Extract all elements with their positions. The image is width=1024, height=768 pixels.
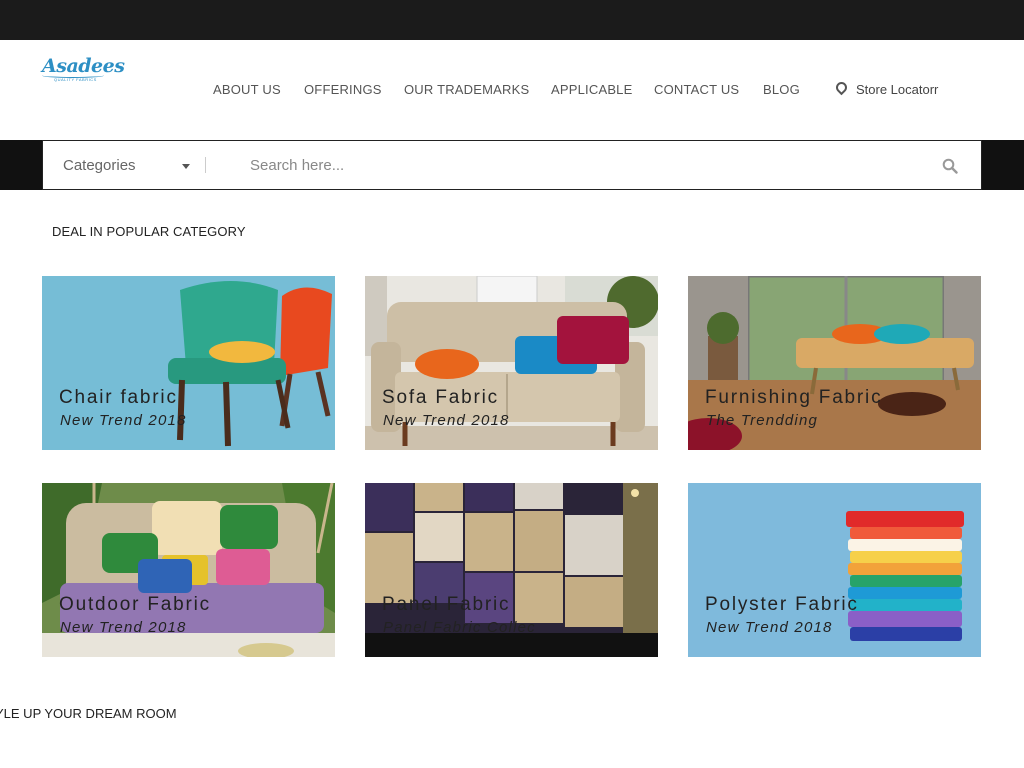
nav-offerings[interactable]: OFFERINGS <box>304 82 382 97</box>
nav-blog[interactable]: BLOG <box>763 82 800 97</box>
nav-our-trademarks[interactable]: OUR TRADEMARKS <box>404 82 529 97</box>
category-card-furnishing[interactable]: Furnishing Fabric The Trendding <box>688 276 981 450</box>
store-locator-link[interactable]: Store Locatorr <box>833 79 939 97</box>
search-box: Categories <box>42 140 982 190</box>
top-bar <box>0 0 1024 40</box>
search-icon[interactable] <box>942 158 958 174</box>
category-card-outdoor[interactable]: Outdoor Fabric New Trend 2018 <box>42 483 335 657</box>
category-card-sofa[interactable]: Sofa Fabric New Trend 2018 <box>365 276 658 450</box>
nav-about-us[interactable]: ABOUT US <box>213 82 281 97</box>
nav-applicable[interactable]: APPLICABLE <box>551 82 633 97</box>
card-title: Outdoor Fabric <box>59 594 211 615</box>
card-title: Polyster Fabric <box>705 594 859 615</box>
caret-down-icon <box>182 164 190 169</box>
search-input[interactable] <box>248 149 912 181</box>
search-divider <box>205 157 206 173</box>
logo-tagline: QUALITY FABRICS <box>54 77 97 82</box>
card-title: Panel Fabric <box>382 594 511 615</box>
card-subtitle: New Trend 2018 <box>383 412 510 429</box>
category-card-chair[interactable]: Chair fabric New Trend 2018 <box>42 276 335 450</box>
brand-logo[interactable]: Asadees QUALITY FABRICS <box>42 56 125 86</box>
card-title: Furnishing Fabric <box>705 387 883 408</box>
map-pin-icon <box>833 79 850 96</box>
category-card-polyster[interactable]: Polyster Fabric New Trend 2018 <box>688 483 981 657</box>
store-locator-label: Store Locatorr <box>856 82 939 97</box>
site-header: Asadees QUALITY FABRICS ABOUT US OFFERIN… <box>0 40 1024 140</box>
section-heading: DEAL IN POPULAR CATEGORY <box>52 224 246 239</box>
card-subtitle: New Trend 2018 <box>60 412 187 429</box>
card-subtitle: The Trendding <box>706 412 819 429</box>
card-subtitle: Panel Fabric Collec <box>383 619 536 636</box>
nav-contact-us[interactable]: CONTACT US <box>654 82 739 97</box>
card-subtitle: New Trend 2018 <box>706 619 833 636</box>
category-card-panel[interactable]: Panel Fabric Panel Fabric Collec <box>365 483 658 657</box>
card-title: Sofa Fabric <box>382 387 499 408</box>
card-subtitle: New Trend 2018 <box>60 619 187 636</box>
card-title: Chair fabric <box>59 387 178 408</box>
category-dropdown-label: Categories <box>63 157 136 174</box>
dream-room-heading: YLE UP YOUR DREAM ROOM <box>0 706 177 721</box>
